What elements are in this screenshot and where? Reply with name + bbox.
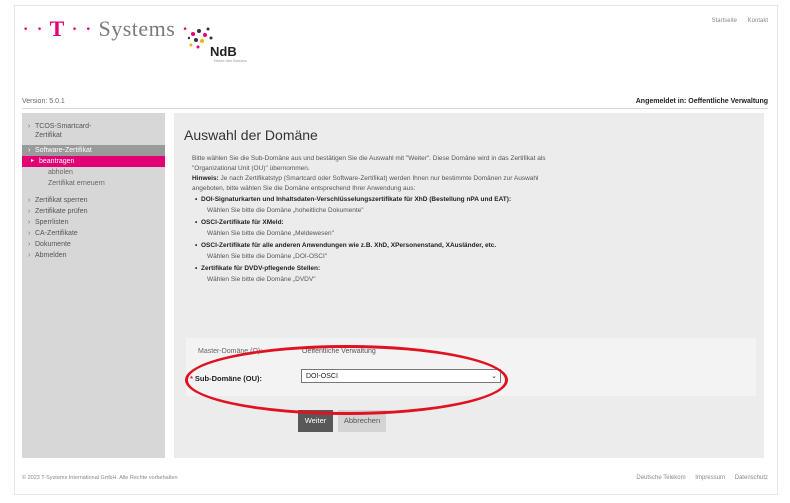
t-systems-logo[interactable]: · · T · · Systems · — [22, 16, 189, 42]
bullet-doi-signaturkarten-sub: Wählen Sie bitte die Domäne „hoheitliche… — [207, 207, 364, 214]
abbrechen-button[interactable]: Abbrechen — [338, 410, 386, 432]
sub-domain-label-text: Sub-Domäne (OU): — [194, 374, 263, 383]
sidebar-item-ca-zertifikate[interactable]: CA-Zertifikate — [22, 228, 165, 239]
sub-domain-selected-value: DOI-OSCI — [306, 373, 338, 380]
main-content: Auswahl der Domäne Bitte wählen Sie die … — [174, 113, 764, 458]
top-links: Startseite Kontakt — [703, 18, 768, 24]
ndb-logo-text: NdB — [210, 44, 237, 59]
hint-text: Je nach Zertifikatstyp (Smartcard oder S… — [218, 175, 539, 182]
intro-line-2: "Organizational Unit (OU)" übernommen. — [192, 165, 310, 172]
bullet-osci-xmeld: OSCI-Zertifikate für XMeld: — [195, 219, 284, 226]
master-domain-value: Oeffentliche Verwaltung — [302, 348, 376, 355]
sidebar-item-zertifikate-pruefen[interactable]: Zertifikate prüfen — [22, 206, 165, 217]
bullet-dvdv: Zertifikate für DVDV-pflegende Stellen: — [195, 265, 320, 272]
version-label: Version: 5.0.1 — [22, 98, 65, 105]
required-marker: * — [190, 374, 193, 383]
sidebar-item-abmelden[interactable]: Abmelden — [22, 250, 165, 261]
domain-form — [186, 338, 756, 396]
sidebar-item-zertifikat-sperren[interactable]: Zertifikat sperren — [22, 195, 165, 206]
intro-text: Bitte wählen Sie die Sub-Domäne aus und … — [192, 154, 752, 194]
datenschutz-link[interactable]: Datenschutz — [735, 475, 768, 481]
sidebar-item-sperrlisten[interactable]: Sperrlisten — [22, 217, 165, 228]
sidebar-item-zertifikat-erneuern[interactable]: Zertifikat erneuern — [22, 178, 165, 189]
chevron-down-icon: ⌄ — [491, 373, 497, 380]
sidebar-item-dokumente[interactable]: Dokumente — [22, 239, 165, 250]
sidebar-item-beantragen[interactable]: beantragen — [22, 156, 165, 167]
sidebar-item-tcos-smartcard[interactable]: TCOS-Smartcard-Zertifikat — [22, 121, 111, 141]
footer-links: Deutsche Telekom Impressum Datenschutz — [628, 475, 768, 481]
sub-domain-select[interactable]: DOI-OSCI ⌄ — [301, 369, 501, 383]
bullet-osci-other: OSCI-Zertifikate für alle anderen Anwend… — [195, 242, 496, 249]
header-divider — [22, 108, 768, 109]
deutsche-telekom-link[interactable]: Deutsche Telekom — [636, 475, 685, 481]
weiter-button[interactable]: Weiter — [298, 410, 333, 432]
page-title: Auswahl der Domäne — [184, 127, 318, 143]
bullet-dvdv-sub: Wählen Sie bitte die Domäne „DVDV" — [207, 276, 316, 283]
hint-label: Hinweis: — [192, 175, 219, 182]
kontakt-link[interactable]: Kontakt — [748, 18, 768, 24]
ndb-logo-subtext: Netze des Bundes — [214, 58, 247, 63]
startseite-link[interactable]: Startseite — [712, 18, 737, 24]
bullet-doi-signaturkarten: DOI-Signaturkarten und Inhaltsdaten-Vers… — [195, 196, 511, 203]
hint-line-2: angeboten, bitte wählen Sie die Domäne e… — [192, 185, 416, 192]
sidebar-nav: TCOS-Smartcard-Zertifikat Software-Zerti… — [22, 113, 165, 458]
bullet-osci-other-sub: Wählen Sie bitte die Domäne „DOI-OSCI" — [207, 253, 328, 260]
sidebar-item-abholen[interactable]: abholen — [22, 167, 165, 178]
impressum-link[interactable]: Impressum — [695, 475, 725, 481]
bullet-osci-xmeld-sub: Wählen Sie bitte die Domäne „Meldewesen" — [207, 230, 334, 237]
sub-domain-label: * Sub-Domäne (OU): — [190, 374, 262, 383]
sidebar-item-software-zertifikat[interactable]: Software-Zertifikat — [22, 145, 165, 156]
footer-copyright: © 2023 T-Systems International GmbH. All… — [22, 475, 178, 481]
hint-line-1: Hinweis: Je nach Zertifikatstyp (Smartca… — [192, 174, 752, 184]
logged-in-label: Angemeldet in: Oeffentliche Verwaltung — [635, 98, 768, 105]
master-domain-label: Master-Domäne (O): — [198, 348, 263, 355]
intro-line-1: Bitte wählen Sie die Sub-Domäne aus und … — [192, 155, 546, 162]
